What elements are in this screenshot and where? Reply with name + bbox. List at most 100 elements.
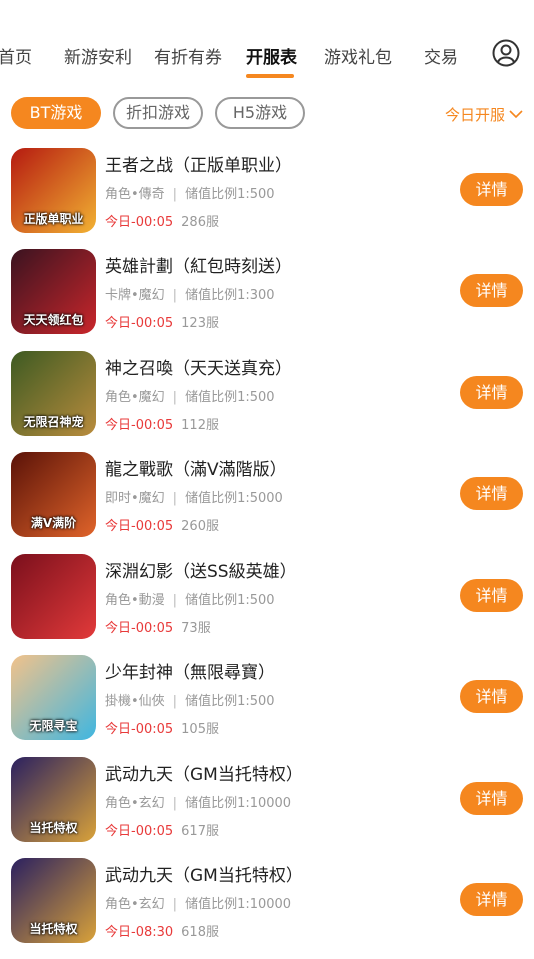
server-number: 123服 xyxy=(181,316,219,331)
game-title: 少年封神（無限尋寶） xyxy=(105,663,275,683)
game-icon[interactable]: 正版单职业 xyxy=(11,148,96,233)
chevron-down-icon xyxy=(509,110,523,119)
game-row[interactable]: 无限召神宠 神之召喚（天天送真充） 角色•魔幻 | 储值比例1:500 今日-00:… xyxy=(0,351,534,452)
details-button[interactable]: 详情 xyxy=(460,680,523,713)
game-title: 神之召喚（天天送真充） xyxy=(105,359,292,379)
game-icon-caption: 无限召神宠 xyxy=(23,415,84,429)
game-icon[interactable]: 无限召神宠 xyxy=(11,351,96,436)
game-title: 武动九天（GM当托特权） xyxy=(105,765,303,785)
server-number: 112服 xyxy=(181,418,219,433)
server-number: 618服 xyxy=(181,925,219,940)
game-meta: 即时•魔幻 | 储值比例1:5000 xyxy=(105,491,283,506)
date-filter-dropdown[interactable]: 今日开服 xyxy=(445,104,523,125)
open-time: 今日-00:05 xyxy=(105,316,174,331)
details-button[interactable]: 详情 xyxy=(460,782,523,815)
game-row[interactable]: 无限寻宝 少年封神（無限尋寶） 掛機•仙俠 | 储值比例1:500 今日-00:05… xyxy=(0,655,534,756)
game-genre: 角色•傳奇 xyxy=(105,187,165,202)
open-info: 今日-00:05 73服 xyxy=(105,617,211,636)
game-ratio: 储值比例1:500 xyxy=(185,694,275,709)
game-row[interactable]: 天天领红包 英雄計劃（紅包時刻送） 卡牌•魔幻 | 储值比例1:300 今日-00:… xyxy=(0,249,534,350)
filter-h5-games[interactable]: H5游戏 xyxy=(215,97,305,129)
game-genre: 角色•玄幻 xyxy=(105,796,165,811)
open-time: 今日-00:05 xyxy=(105,824,174,839)
game-genre: 即时•魔幻 xyxy=(105,491,165,506)
open-time: 今日-00:05 xyxy=(105,215,174,230)
game-row[interactable]: 当托特权 武动九天（GM当托特权） 角色•玄幻 | 储值比例1:10000 今日-0… xyxy=(0,757,534,858)
game-icon[interactable] xyxy=(11,554,96,639)
game-row[interactable]: 满V满阶 龍之戰歌（滿V滿階版） 即时•魔幻 | 储值比例1:5000 今日-00:… xyxy=(0,452,534,553)
game-row[interactable]: 深淵幻影（送SS級英雄） 角色•動漫 | 储值比例1:500 今日-00:05 73服… xyxy=(0,554,534,655)
game-icon[interactable]: 无限寻宝 xyxy=(11,655,96,740)
game-ratio: 储值比例1:500 xyxy=(185,390,275,405)
details-button[interactable]: 详情 xyxy=(460,477,523,510)
open-info: 今日-00:05 286服 xyxy=(105,211,219,230)
game-genre: 角色•魔幻 xyxy=(105,390,165,405)
open-info: 今日-00:05 123服 xyxy=(105,312,219,331)
tab-new-games[interactable]: 新游安利 xyxy=(64,43,132,68)
open-time: 今日-00:05 xyxy=(105,418,174,433)
game-genre: 卡牌•魔幻 xyxy=(105,288,165,303)
server-number: 73服 xyxy=(181,621,211,636)
game-ratio: 储值比例1:10000 xyxy=(185,796,292,811)
tab-trade[interactable]: 交易 xyxy=(424,43,458,68)
game-genre: 角色•動漫 xyxy=(105,593,165,608)
open-time: 今日-00:05 xyxy=(105,722,174,737)
date-filter-label: 今日开服 xyxy=(445,106,506,124)
game-icon[interactable]: 当托特权 xyxy=(11,757,96,842)
game-icon[interactable]: 满V满阶 xyxy=(11,452,96,537)
server-number: 286服 xyxy=(181,215,219,230)
game-meta: 角色•動漫 | 储值比例1:500 xyxy=(105,593,275,608)
server-number: 105服 xyxy=(181,722,219,737)
active-tab-indicator xyxy=(246,74,294,78)
details-button[interactable]: 详情 xyxy=(460,376,523,409)
details-button[interactable]: 详情 xyxy=(460,883,523,916)
game-meta: 角色•魔幻 | 储值比例1:500 xyxy=(105,390,275,405)
game-meta: 卡牌•魔幻 | 储值比例1:300 xyxy=(105,288,275,303)
server-number: 260服 xyxy=(181,519,219,534)
game-row[interactable]: 正版单职业 王者之战（正版单职业） 角色•傳奇 | 储值比例1:500 今日-00:… xyxy=(0,148,534,249)
tab-gift-packs[interactable]: 游戏礼包 xyxy=(324,43,392,68)
game-title: 英雄計劃（紅包時刻送） xyxy=(105,257,292,277)
game-icon[interactable]: 天天领红包 xyxy=(11,249,96,334)
filter-discount-games[interactable]: 折扣游戏 xyxy=(113,97,203,129)
top-nav: 首页 新游安利 有折有券 开服表 游戏礼包 交易 xyxy=(0,0,534,84)
game-title: 龍之戰歌（滿V滿階版） xyxy=(105,460,287,480)
tab-discounts[interactable]: 有折有券 xyxy=(154,43,222,68)
game-ratio: 储值比例1:5000 xyxy=(185,491,283,506)
open-time: 今日-00:05 xyxy=(105,621,174,636)
open-info: 今日-00:05 260服 xyxy=(105,515,219,534)
game-title: 武动九天（GM当托特权） xyxy=(105,866,303,886)
details-button[interactable]: 详情 xyxy=(460,173,523,206)
open-info: 今日-00:05 112服 xyxy=(105,414,219,433)
details-button[interactable]: 详情 xyxy=(460,274,523,307)
game-icon-caption: 正版单职业 xyxy=(23,212,84,226)
open-time: 今日-08:30 xyxy=(105,925,174,940)
server-number: 617服 xyxy=(181,824,219,839)
game-meta: 角色•玄幻 | 储值比例1:10000 xyxy=(105,796,292,811)
game-icon-caption: 天天领红包 xyxy=(23,313,84,327)
open-info: 今日-00:05 617服 xyxy=(105,820,219,839)
game-title: 深淵幻影（送SS級英雄） xyxy=(105,562,297,582)
game-ratio: 储值比例1:500 xyxy=(185,593,275,608)
game-meta: 角色•玄幻 | 储值比例1:10000 xyxy=(105,897,292,912)
user-icon[interactable] xyxy=(492,39,520,67)
game-row[interactable]: 当托特权 武动九天（GM当托特权） 角色•玄幻 | 储值比例1:10000 今日-0… xyxy=(0,858,534,959)
tab-home[interactable]: 首页 xyxy=(0,43,32,68)
game-ratio: 储值比例1:300 xyxy=(185,288,275,303)
open-info: 今日-00:05 105服 xyxy=(105,718,219,737)
game-icon-caption: 当托特权 xyxy=(29,922,78,936)
details-button[interactable]: 详情 xyxy=(460,579,523,612)
game-genre: 掛機•仙俠 xyxy=(105,694,165,709)
game-icon-caption: 当托特权 xyxy=(29,821,78,835)
filter-bt-games[interactable]: BT游戏 xyxy=(11,97,101,129)
game-icon-caption: 满V满阶 xyxy=(30,516,77,530)
game-meta: 掛機•仙俠 | 储值比例1:500 xyxy=(105,694,275,709)
game-title: 王者之战（正版单职业） xyxy=(105,156,292,176)
game-genre: 角色•玄幻 xyxy=(105,897,165,912)
game-ratio: 储值比例1:10000 xyxy=(185,897,292,912)
game-icon-caption: 无限寻宝 xyxy=(29,719,78,733)
open-time: 今日-00:05 xyxy=(105,519,174,534)
tab-server-schedule[interactable]: 开服表 xyxy=(246,43,297,68)
game-icon[interactable]: 当托特权 xyxy=(11,858,96,943)
open-info: 今日-08:30 618服 xyxy=(105,921,219,940)
